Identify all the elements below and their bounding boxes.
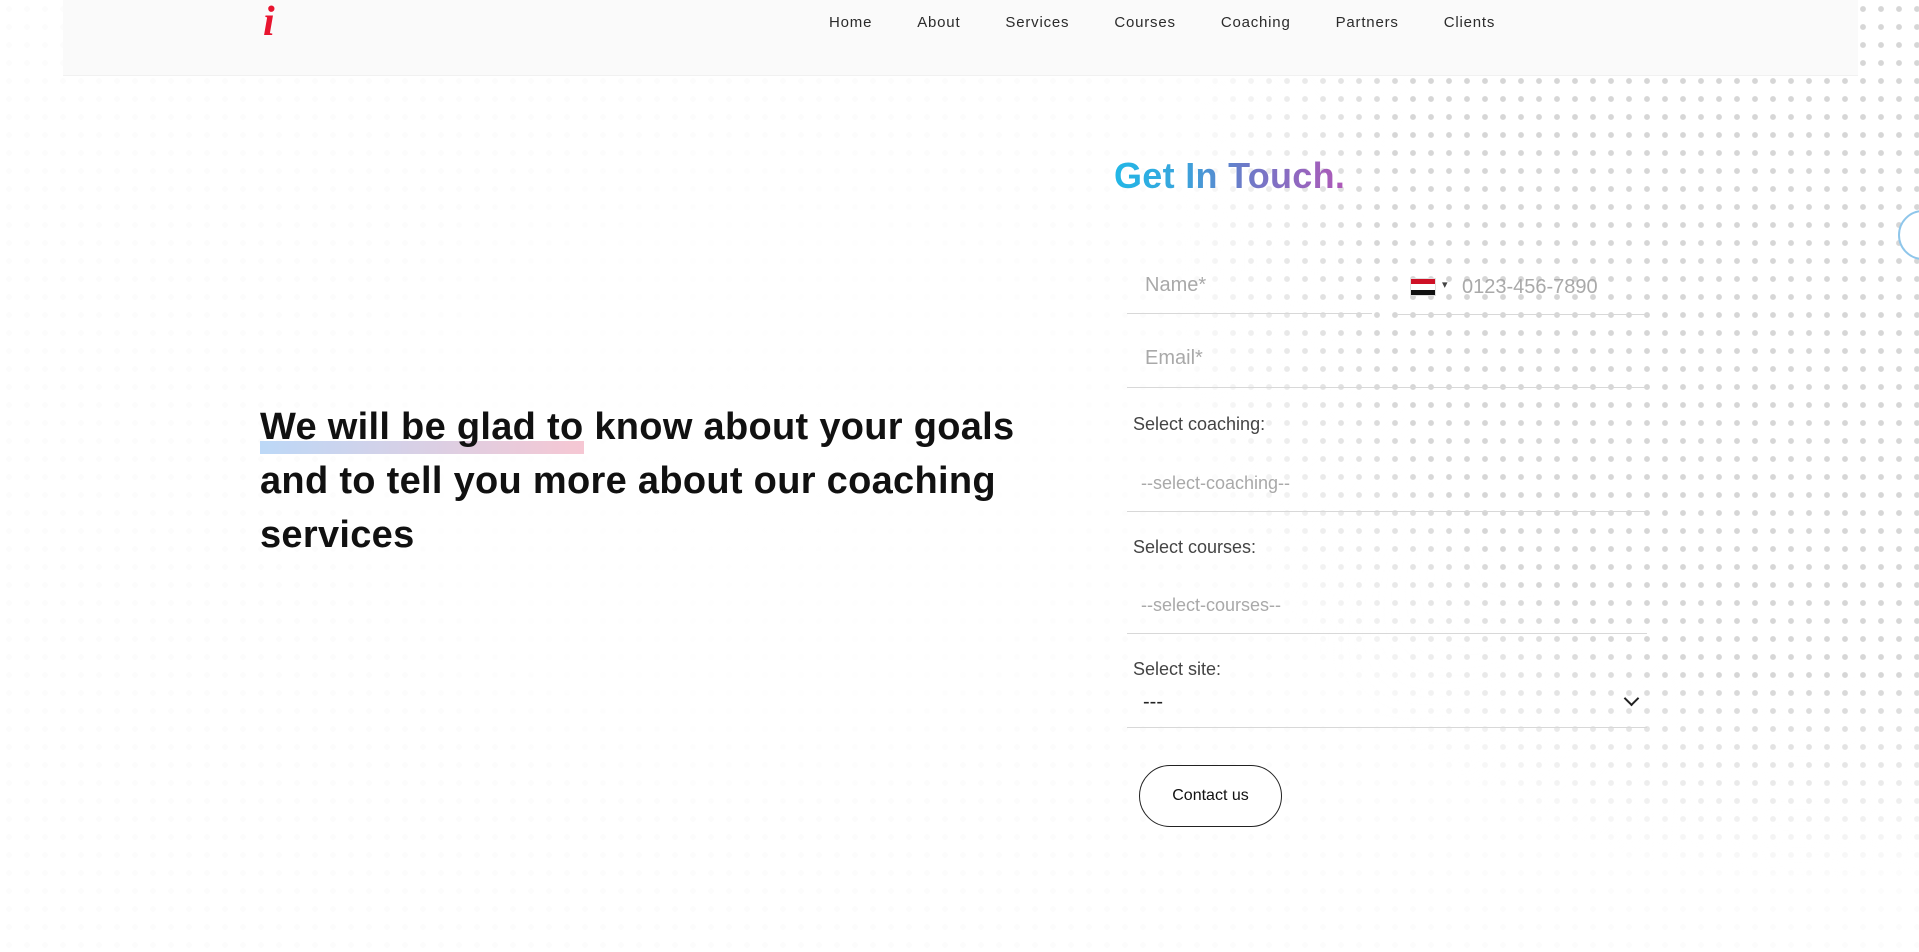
site-label: Select site: (1133, 659, 1222, 679)
form-title: Get In Touch. (1114, 155, 1346, 196)
headline-line-3: services (260, 514, 415, 556)
name-input[interactable] (1127, 258, 1372, 314)
hero-headline: We will be glad to know about your goals… (260, 400, 1060, 562)
side-widget-button[interactable] (1898, 210, 1919, 260)
headline-line-1: We will be glad to know about your goals (260, 406, 1015, 448)
nav-link-about[interactable]: About (917, 14, 960, 31)
coaching-label: Select coaching: (1133, 414, 1266, 434)
site-select[interactable]: --- (1127, 683, 1647, 728)
nav-link-partners[interactable]: Partners (1336, 14, 1399, 31)
courses-label: Select courses: (1133, 537, 1257, 557)
nav-link-services[interactable]: Services (1005, 14, 1069, 31)
courses-select[interactable]: --select-courses-- (1127, 580, 1647, 634)
phone-field-wrapper: ▾ (1398, 258, 1652, 316)
nav-link-coaching[interactable]: Coaching (1221, 14, 1291, 31)
chevron-down-icon (1623, 690, 1640, 707)
site-select-value: --- (1143, 691, 1163, 713)
coaching-select[interactable]: --select-coaching-- (1127, 458, 1647, 512)
email-input[interactable] (1127, 330, 1647, 388)
logo[interactable]: i (263, 1, 283, 43)
nav-links: Home About Services Courses Coaching Par… (829, 14, 1495, 31)
nav-link-clients[interactable]: Clients (1444, 14, 1495, 31)
phone-input[interactable] (1460, 258, 1652, 316)
nav-link-courses[interactable]: Courses (1114, 14, 1175, 31)
caret-down-icon[interactable]: ▾ (1442, 278, 1448, 291)
nav-link-home[interactable]: Home (829, 14, 872, 31)
top-navbar: i Home About Services Courses Coaching P… (63, 0, 1858, 76)
headline-line-2: and to tell you more about our coaching (260, 460, 996, 502)
egypt-flag-icon[interactable] (1410, 278, 1436, 296)
contact-us-button[interactable]: Contact us (1139, 765, 1282, 827)
